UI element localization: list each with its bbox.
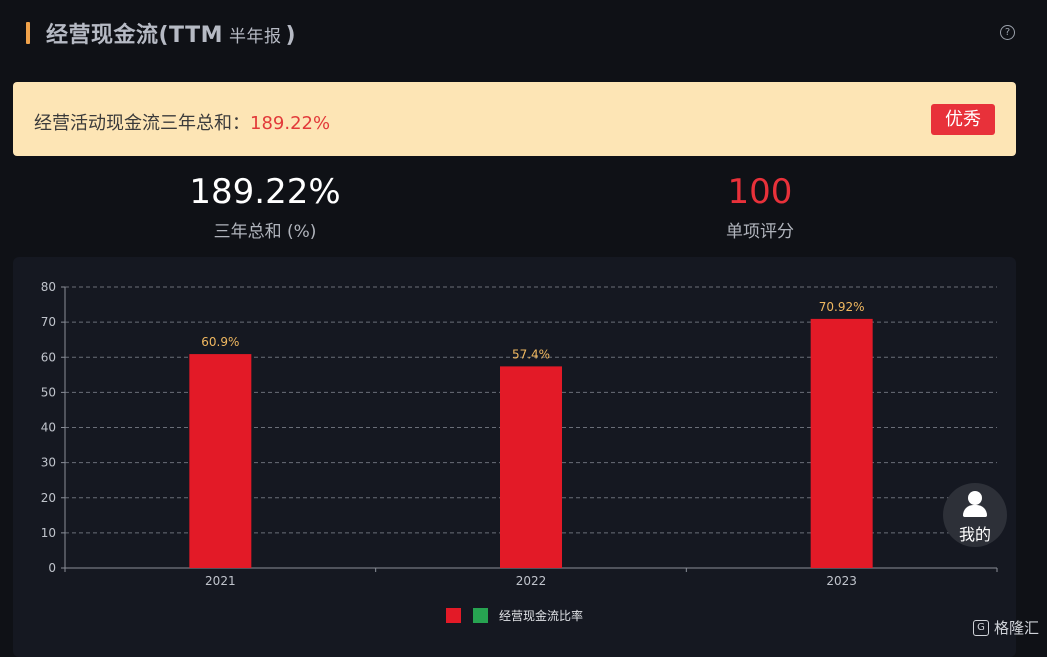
my-button-label: 我的: [958, 525, 991, 544]
bar: [189, 354, 252, 568]
y-tick-label: 80: [41, 280, 56, 294]
x-tick-label: 2021: [205, 574, 236, 588]
user-icon: [968, 491, 982, 505]
legend-swatch-red: [446, 608, 461, 623]
y-tick-label: 60: [41, 350, 56, 364]
bar-value-label: 60.9%: [201, 335, 239, 349]
legend-label: 经营现金流比率: [499, 608, 583, 623]
my-button[interactable]: 我的: [943, 483, 1007, 547]
user-icon-body: [963, 505, 987, 517]
x-tick-label: 2023: [826, 574, 857, 588]
x-tick-label: 2022: [516, 574, 547, 588]
bar: [500, 366, 562, 568]
y-tick-label: 40: [41, 421, 56, 435]
bar-value-label: 57.4%: [512, 347, 550, 361]
watermark: G 格隆汇: [973, 617, 1039, 638]
y-tick-label: 0: [48, 561, 56, 575]
y-tick-label: 70: [41, 315, 56, 329]
y-tick-label: 10: [41, 526, 56, 540]
y-tick-label: 20: [41, 491, 56, 505]
logo-icon: G: [973, 619, 989, 636]
bar-value-label: 70.92%: [819, 300, 865, 314]
bar-chart: 0 10 20 30 40 50 60 70 80 60.9% 2021 57.4% 2022 70.92…: [41, 280, 998, 623]
watermark-text: 格隆汇: [994, 619, 1040, 637]
y-tick-label: 30: [41, 456, 56, 470]
legend-swatch-green: [473, 608, 488, 623]
bar: [810, 318, 873, 568]
y-tick-label: 50: [41, 385, 56, 399]
